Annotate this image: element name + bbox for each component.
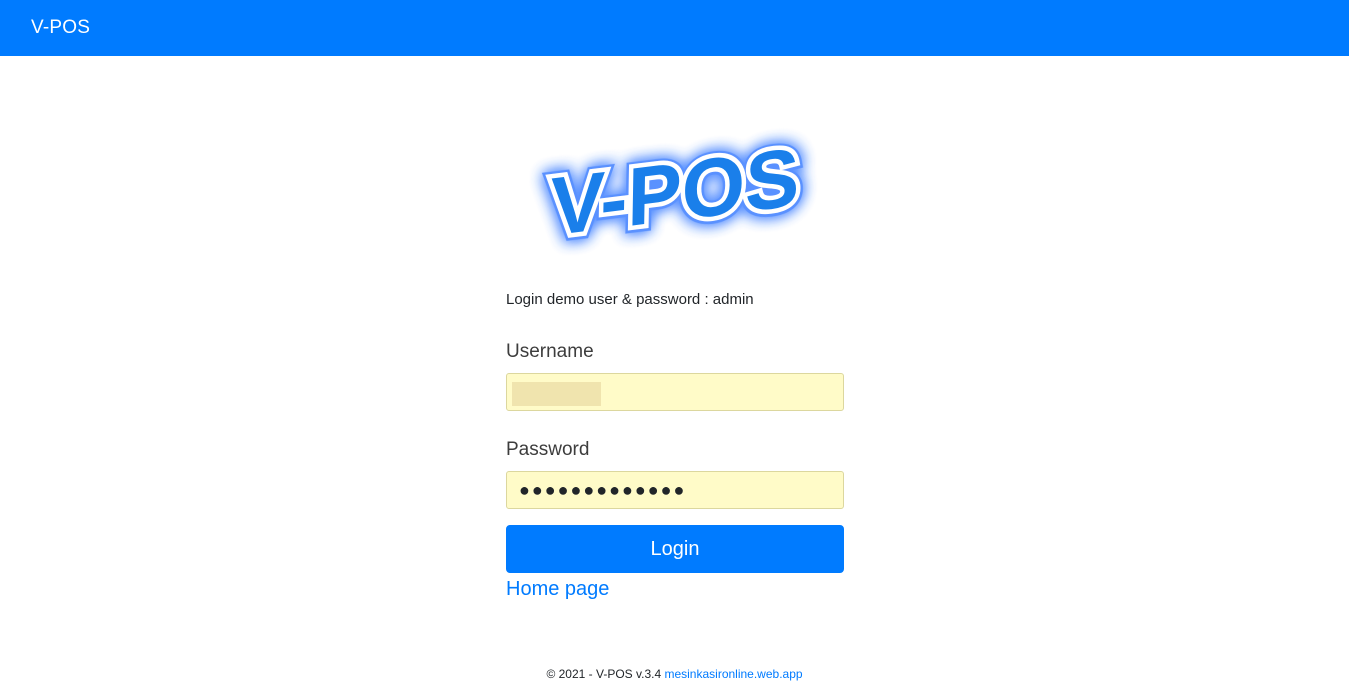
login-button[interactable]: Login	[506, 525, 844, 573]
username-input[interactable]	[506, 373, 844, 411]
logo-text: V-POS	[550, 131, 800, 254]
footer: © 2021 - V-POS v.3.4 mesinkasironline.we…	[0, 667, 1349, 681]
navbar-brand[interactable]: V-POS	[31, 17, 90, 39]
logo-graphic: V-POS V-POS V-POS	[543, 124, 807, 261]
v-pos-logo: V-POS V-POS V-POS	[506, 112, 844, 262]
demo-credentials-hint: Login demo user & password : admin	[506, 291, 754, 308]
username-label: Username	[506, 341, 594, 362]
top-navbar: V-POS	[0, 0, 1349, 56]
password-input[interactable]	[506, 471, 844, 509]
password-label: Password	[506, 439, 590, 460]
footer-copyright: © 2021 - V-POS v.3.4	[546, 667, 665, 681]
footer-website-link[interactable]: mesinkasironline.web.app	[664, 667, 802, 681]
home-page-link[interactable]: Home page	[506, 578, 609, 601]
